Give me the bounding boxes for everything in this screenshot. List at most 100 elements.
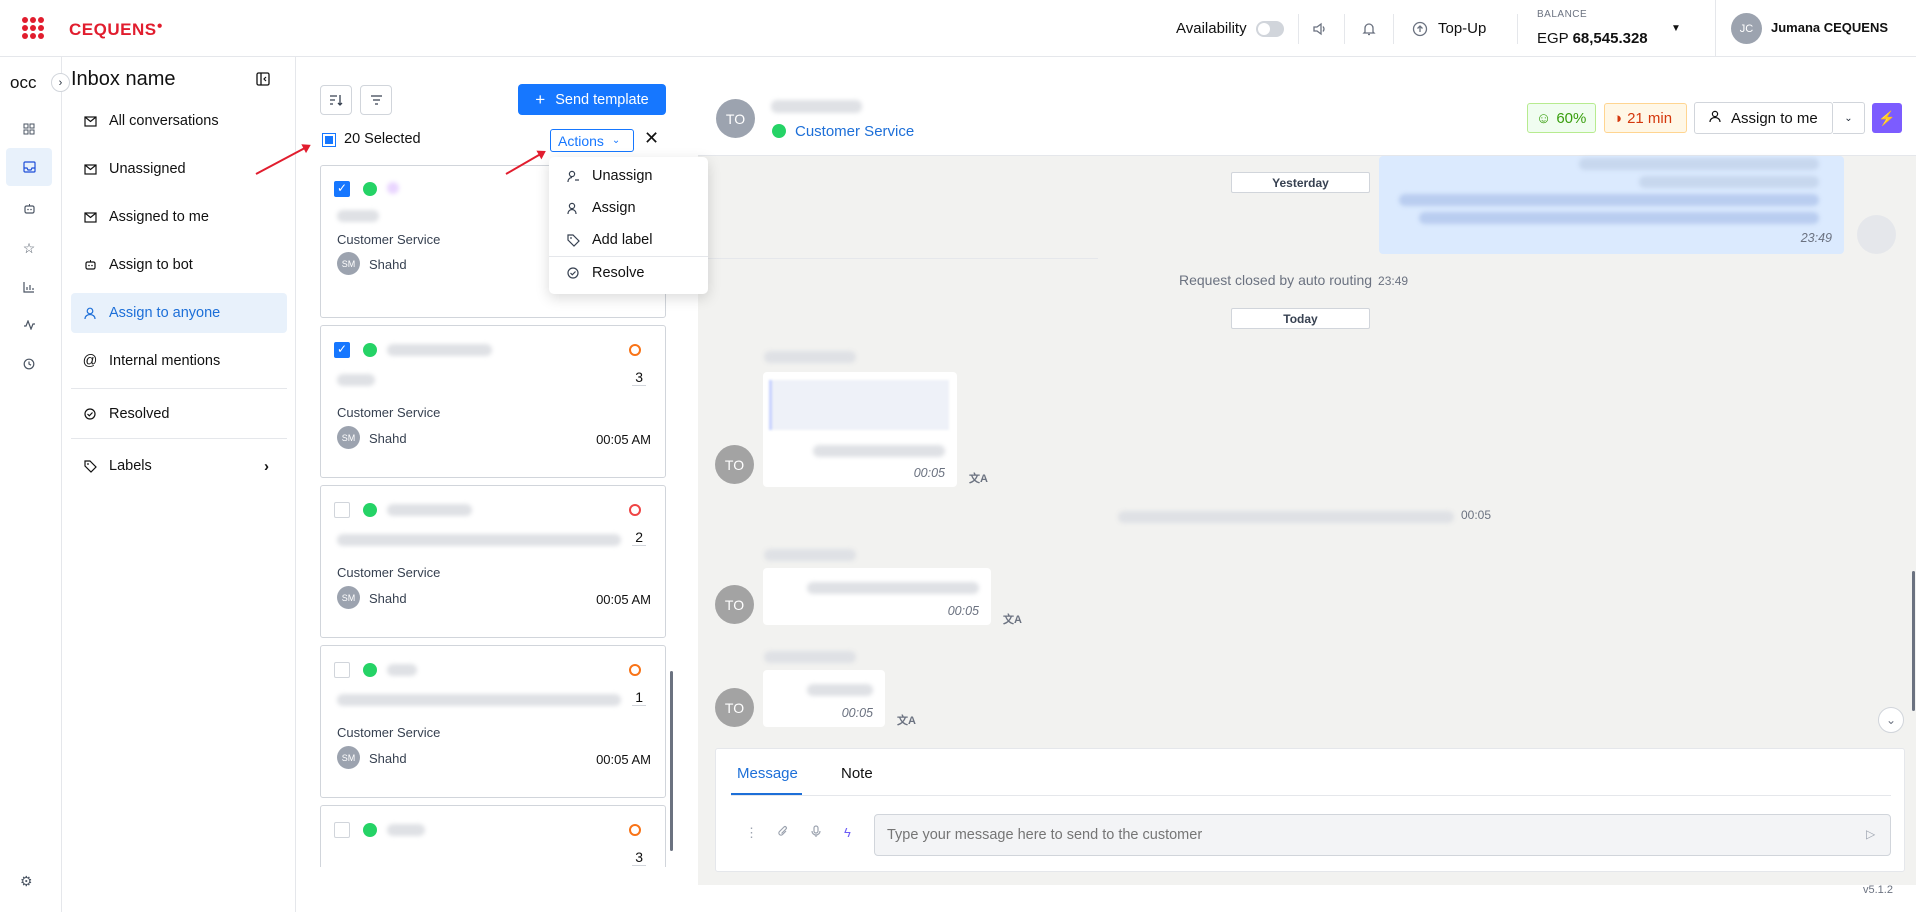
contact-team[interactable]: Customer Service — [795, 123, 914, 140]
bolt-icon[interactable]: ϟ — [844, 825, 851, 840]
apps-grid-icon[interactable] — [22, 17, 44, 39]
tag-icon — [566, 233, 580, 247]
blurred-text — [1639, 176, 1819, 188]
action-resolve[interactable]: Resolve — [566, 265, 644, 281]
paperclip-icon[interactable] — [777, 825, 789, 841]
whatsapp-icon — [363, 503, 377, 517]
collapse-panel-icon[interactable] — [256, 72, 272, 88]
day-divider: Today — [1231, 308, 1370, 329]
action-assign[interactable]: Assign — [566, 200, 636, 216]
user-avatar[interactable]: JC — [1731, 13, 1762, 44]
assign-options-chevron-icon[interactable]: ⌄ — [1833, 102, 1865, 134]
agent-avatar: SM — [337, 746, 360, 769]
conversation-card[interactable]: 3 — [320, 805, 666, 867]
settings-gear-icon[interactable]: ⚙ — [20, 873, 33, 890]
message-time: 00:05 — [913, 466, 945, 480]
card-checkbox[interactable] — [334, 181, 350, 197]
conversation-card[interactable]: 2 Customer Service SM Shahd 00:05 AM — [320, 485, 666, 638]
action-add-label[interactable]: Add label — [566, 232, 652, 248]
translate-icon[interactable]: 文A — [1003, 611, 1022, 627]
action-label: Assign — [592, 200, 636, 216]
microphone-icon[interactable] — [811, 825, 821, 841]
divider — [549, 256, 708, 257]
blurred-quote — [769, 380, 949, 430]
list-scrollbar[interactable] — [670, 671, 673, 851]
translate-icon[interactable]: 文A — [897, 712, 916, 728]
actions-menu: Unassign Assign Add label Resolve — [549, 157, 708, 294]
message-input[interactable] — [874, 814, 1891, 856]
brand-logo: CEQUENS● — [69, 20, 164, 39]
dashboard-icon[interactable] — [6, 110, 52, 148]
sla-percent-badge: ☺ 60% — [1527, 103, 1596, 133]
inbox-title: Inbox name — [71, 68, 176, 90]
menu-internal-mentions[interactable]: @ Internal mentions — [71, 341, 287, 381]
balance-dropdown-icon[interactable]: ▼ — [1671, 23, 1681, 34]
conversation-card[interactable]: 3 Customer Service SM Shahd 00:05 AM — [320, 325, 666, 478]
actions-dropdown[interactable]: Actions ⌄ — [550, 129, 634, 152]
card-checkbox[interactable] — [334, 342, 350, 358]
menu-label: Internal mentions — [109, 353, 221, 369]
activity-icon[interactable] — [6, 306, 52, 344]
speaker-icon[interactable] — [1309, 18, 1331, 40]
menu-label: Labels — [109, 458, 152, 474]
card-checkbox[interactable] — [334, 502, 350, 518]
upload-circle-icon[interactable] — [1409, 18, 1431, 40]
quick-action-bolt-icon[interactable]: ⚡ — [1872, 103, 1902, 133]
inbox-icon[interactable] — [6, 148, 52, 186]
divider — [71, 388, 287, 389]
card-time: 00:05 AM — [596, 432, 651, 447]
top-bar: CEQUENS● Availability Top-Up BALANCE EGP… — [0, 0, 1916, 57]
blurred-text — [813, 445, 945, 457]
send-icon[interactable]: ▷ — [1866, 827, 1875, 841]
availability-toggle[interactable] — [1256, 21, 1284, 37]
user-minus-icon — [566, 169, 580, 183]
send-template-button[interactable]: + Send template — [518, 84, 666, 115]
card-checkbox[interactable] — [334, 662, 350, 678]
action-label: Resolve — [592, 265, 645, 281]
more-vertical-icon[interactable]: ⋮ — [745, 825, 758, 841]
menu-assigned-to-me[interactable]: Assigned to me — [71, 197, 287, 237]
expand-rail-button[interactable]: › — [51, 73, 70, 92]
sla-warning-icon — [629, 824, 641, 836]
tab-note[interactable]: Note — [841, 765, 873, 782]
conversation-card[interactable]: 1 Customer Service SM Shahd 00:05 AM — [320, 645, 666, 798]
menu-all-conversations[interactable]: All conversations — [71, 101, 287, 141]
agent-avatar: SM — [337, 426, 360, 449]
blurred-system-message — [1118, 511, 1454, 523]
select-all-checkbox[interactable] — [322, 133, 336, 147]
selected-count: 20 Selected — [344, 131, 421, 147]
chat-scrollbar[interactable] — [1912, 571, 1915, 711]
translate-icon[interactable]: 文A — [969, 470, 988, 486]
menu-labels[interactable]: Labels › — [71, 446, 287, 486]
blurred-text — [807, 684, 873, 696]
send-template-label: Send template — [555, 91, 649, 108]
chart-icon[interactable] — [6, 268, 52, 306]
bell-icon[interactable] — [1358, 18, 1380, 40]
half-circle-icon: ◑ — [1613, 109, 1623, 127]
menu-label: Resolved — [109, 406, 170, 422]
whatsapp-icon — [363, 343, 377, 357]
topup-button[interactable]: Top-Up — [1438, 20, 1486, 37]
menu-assign-to-anyone[interactable]: Assign to anyone — [71, 293, 287, 333]
clear-selection-close-icon[interactable]: ✕ — [644, 128, 659, 149]
menu-unassigned[interactable]: Unassigned — [71, 149, 287, 189]
plus-icon: + — [535, 89, 546, 109]
blurred-preview — [337, 534, 621, 546]
tab-message[interactable]: Message — [737, 765, 798, 782]
assign-to-me-button[interactable]: Assign to me — [1694, 102, 1833, 134]
bot-icon[interactable] — [6, 190, 52, 228]
card-checkbox[interactable] — [334, 822, 350, 838]
contact-avatar: TO — [715, 585, 754, 624]
card-team: Customer Service — [337, 232, 441, 247]
filter-button[interactable] — [360, 85, 392, 115]
divider — [1517, 14, 1518, 44]
menu-resolved[interactable]: Resolved — [71, 394, 287, 434]
active-tab-indicator — [731, 793, 802, 795]
scroll-to-bottom-chevron-icon[interactable]: ⌄ — [1878, 707, 1904, 733]
action-unassign[interactable]: Unassign — [566, 168, 652, 184]
menu-assign-to-bot[interactable]: Assign to bot — [71, 245, 287, 285]
sort-button[interactable] — [320, 85, 352, 115]
history-icon[interactable] — [6, 345, 52, 383]
user-name[interactable]: Jumana CEQUENS — [1771, 20, 1888, 35]
star-icon[interactable]: ☆ — [6, 229, 52, 267]
